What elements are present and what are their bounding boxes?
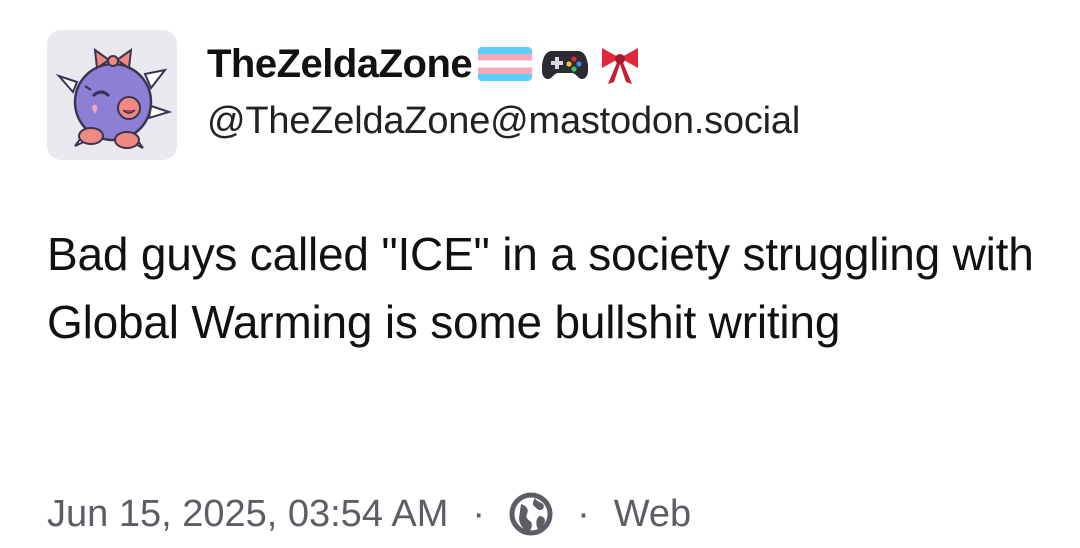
post-source: Web — [613, 492, 692, 535]
display-name[interactable]: TheZeldaZone — [207, 42, 473, 87]
post-card: TheZeldaZone @TheZeldaZone@mastodon.soci… — [0, 0, 1080, 548]
display-name-row: TheZeldaZone — [207, 38, 642, 90]
post-timestamp[interactable]: Jun 15, 2025, 03:54 AM — [47, 493, 448, 536]
globe-icon — [509, 492, 553, 536]
post-content: Bad guys called "ICE" in a society strug… — [47, 228, 1034, 348]
avatar-illustration — [55, 47, 173, 149]
account-handle[interactable]: @TheZeldaZone@mastodon.social — [207, 100, 800, 143]
ribbon-bow-icon — [598, 42, 642, 86]
meta-separator: · — [577, 492, 590, 535]
game-controller-icon — [542, 47, 589, 81]
transgender-flag-icon — [478, 47, 533, 81]
avatar[interactable] — [47, 30, 177, 160]
post-meta: Jun 15, 2025, 03:54 AM · · Web — [47, 486, 691, 542]
meta-separator: · — [472, 492, 486, 535]
